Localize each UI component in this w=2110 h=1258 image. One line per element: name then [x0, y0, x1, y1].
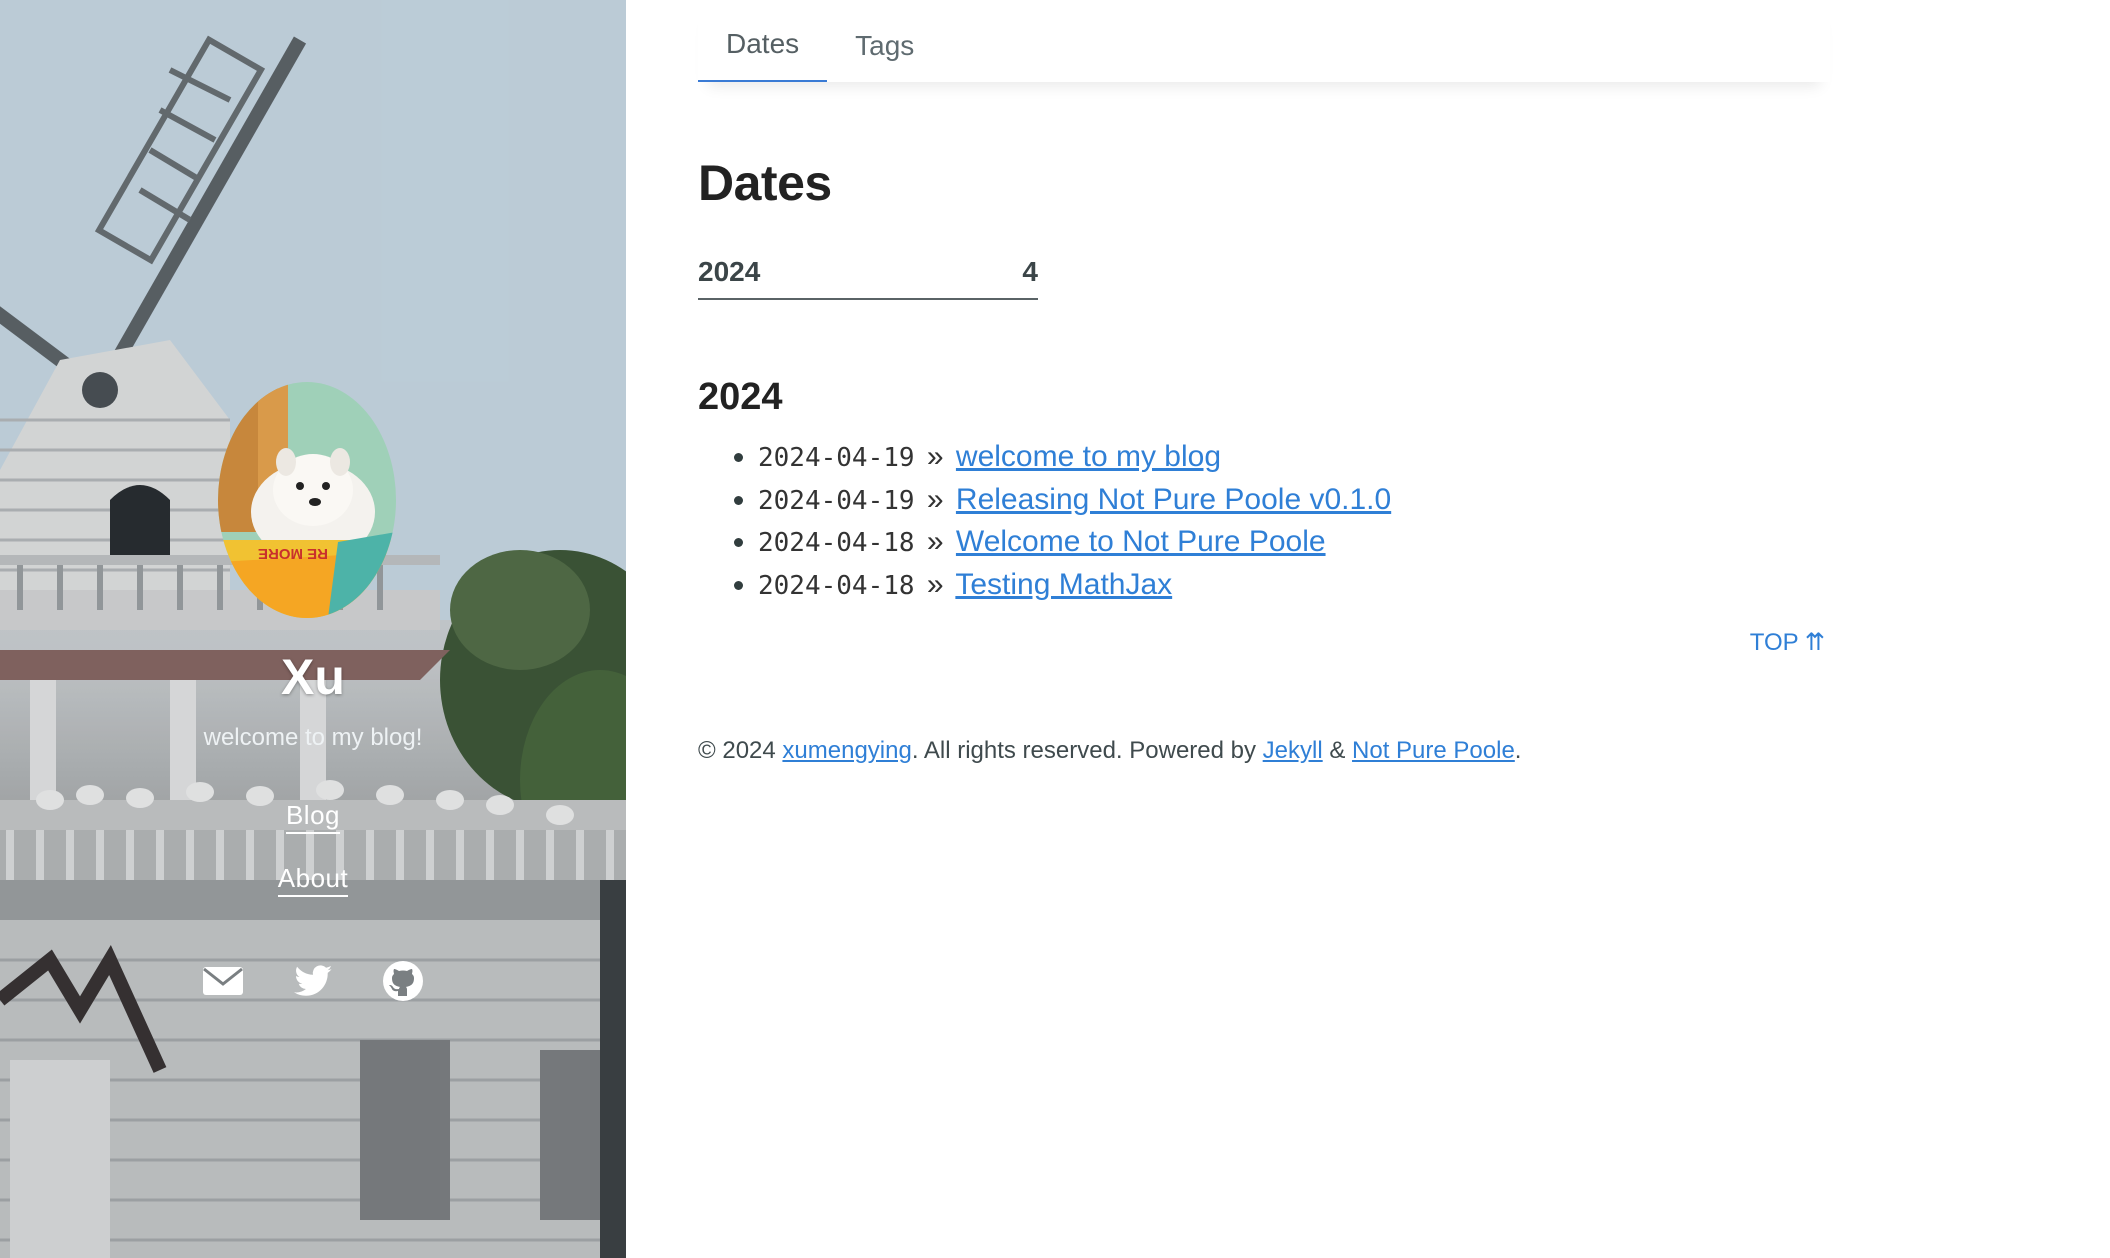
site-description: welcome to my blog! [203, 724, 423, 751]
site-title: Xu [281, 649, 345, 705]
post-separator: » [926, 567, 944, 601]
nav-about-label[interactable]: About [277, 863, 349, 897]
twitter-icon[interactable] [292, 960, 334, 1002]
sidebar: RE MORE Xu welcome to my blog! Blog Abou… [0, 0, 626, 1258]
page-title: Dates [698, 155, 832, 211]
avatar: RE MORE [218, 382, 396, 618]
post-link[interactable]: Welcome to Not Pure Poole [956, 525, 1326, 558]
list-item: 2024-04-19 » Releasing Not Pure Poole v0… [758, 479, 1391, 522]
nav-blog-label[interactable]: Blog [285, 800, 341, 834]
post-separator: » [926, 440, 944, 473]
post-date: 2024-04-19 [758, 485, 915, 516]
footer-text: . All rights reserved. Powered by [911, 737, 1263, 764]
social-links [0, 960, 626, 1002]
footer-amp: & [1322, 737, 1353, 764]
footer-suffix: . [1514, 737, 1522, 764]
tab-tags[interactable]: Tags [827, 30, 942, 82]
post-link[interactable]: Releasing Not Pure Poole v0.1.0 [956, 483, 1391, 516]
nav-blog-link[interactable]: Blog [0, 800, 626, 834]
post-separator: » [926, 482, 944, 516]
main-content: Dates Tags Dates 2024 4 2024 2024-04-19 … [698, 0, 1830, 764]
back-to-top-link[interactable]: TOP ⇈ [1750, 628, 1825, 657]
post-link[interactable]: Testing MathJax [955, 568, 1172, 601]
avatar-book-text: RE MORE [258, 545, 328, 562]
list-item: 2024-04-19 » welcome to my blog [758, 436, 1391, 479]
footer-theme-link[interactable]: Not Pure Poole [1352, 737, 1515, 764]
post-link[interactable]: welcome to my blog [956, 440, 1221, 473]
github-icon[interactable] [382, 960, 424, 1002]
post-separator: » [926, 525, 944, 558]
year-heading: 2024 [698, 376, 783, 418]
post-date: 2024-04-18 [758, 570, 915, 601]
tab-bar: Dates Tags [698, 0, 1830, 82]
list-item: 2024-04-18 » Testing MathJax [758, 564, 1391, 607]
year-summary-year[interactable]: 2024 [698, 256, 760, 288]
footer-copyright: © 2024 [698, 737, 783, 764]
footer-author-link[interactable]: xumengying [782, 737, 911, 764]
post-list: 2024-04-19 » welcome to my blog 2024-04-… [698, 436, 1391, 606]
list-item: 2024-04-18 » Welcome to Not Pure Poole [758, 521, 1391, 564]
tab-dates[interactable]: Dates [698, 28, 828, 82]
nav-about-link[interactable]: About [0, 863, 626, 897]
post-date: 2024-04-18 [758, 528, 915, 558]
post-date: 2024-04-19 [758, 443, 915, 473]
year-summary-count: 4 [1022, 256, 1038, 287]
envelope-icon[interactable] [202, 960, 244, 1002]
year-summary-row[interactable]: 2024 4 [698, 256, 1038, 300]
footer-jekyll-link[interactable]: Jekyll [1263, 737, 1323, 764]
footer: © 2024 xumengying. All rights reserved. … [698, 737, 1521, 765]
sidebar-overlay [0, 0, 626, 1258]
